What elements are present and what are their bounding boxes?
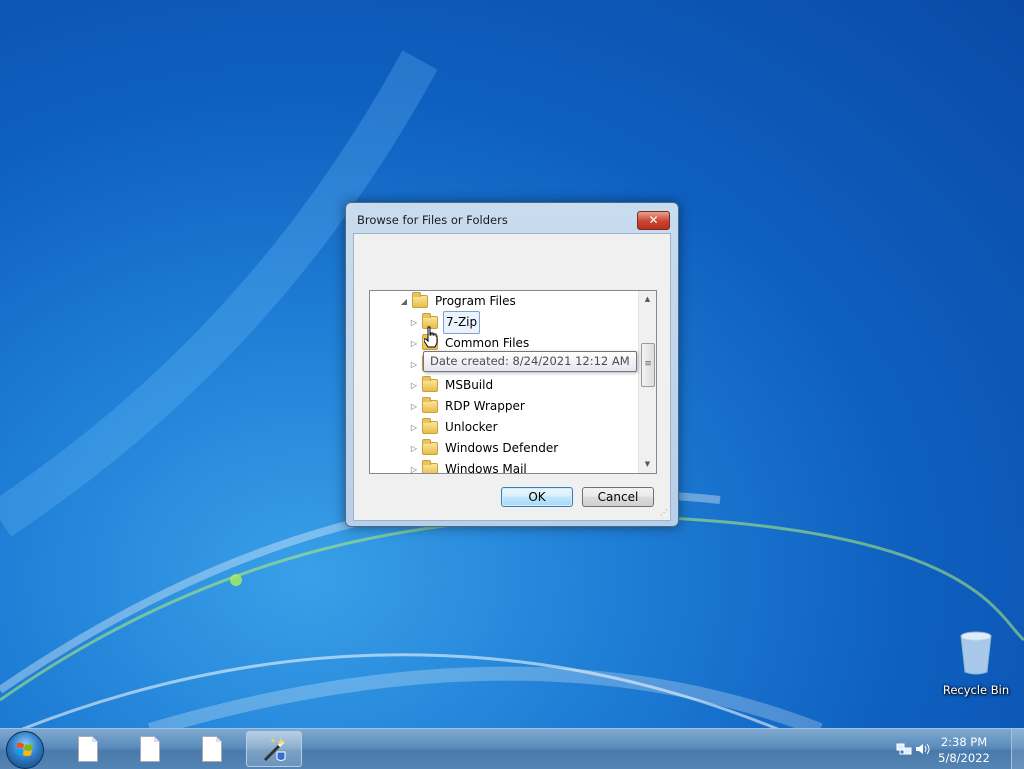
close-button[interactable]: ✕: [637, 211, 670, 230]
collapsed-arrow-icon[interactable]: ▷: [408, 396, 420, 417]
folder-icon: [422, 397, 438, 413]
folder-icon: [422, 439, 438, 455]
folder-icon: [422, 418, 438, 434]
tree-item[interactable]: ▷ RDP Wrapper: [408, 396, 527, 417]
clock-time: 2:38 PM: [940, 735, 988, 749]
tooltip: Date created: 8/24/2021 12:12 AM: [423, 351, 637, 372]
taskbar-item-document-1[interactable]: [60, 731, 116, 767]
ok-button[interactable]: OK: [501, 487, 573, 507]
document-icon: [202, 736, 222, 762]
taskbar-item-document-2[interactable]: [122, 731, 178, 767]
volume-icon[interactable]: [914, 741, 930, 757]
collapsed-arrow-icon[interactable]: ▷: [408, 459, 420, 473]
cancel-button[interactable]: Cancel: [582, 487, 654, 507]
tree-item-label: 7-Zip: [443, 311, 481, 334]
tree-scrollbar[interactable]: ▲ ≡ ▼: [638, 291, 656, 473]
hand-cursor-icon: [424, 326, 438, 348]
tree-item[interactable]: ▷ Windows Mail: [408, 459, 529, 474]
wizard-icon: [263, 738, 286, 762]
taskbar-item-wizard[interactable]: [246, 731, 302, 767]
folder-icon: [412, 292, 428, 308]
folder-tree[interactable]: ◢Program Files▷7-Zip▷Common Files▷Intern…: [369, 290, 657, 474]
tree-item[interactable]: ▷ 7-Zip: [408, 311, 481, 334]
expanded-arrow-icon[interactable]: ◢: [398, 291, 410, 312]
tree-item-label: Program Files: [435, 294, 516, 308]
tree-item-label: RDP Wrapper: [445, 399, 525, 413]
scroll-thumb[interactable]: ≡: [641, 343, 655, 387]
tree-item-label: Windows Mail: [445, 462, 527, 474]
scroll-down-icon[interactable]: ▼: [639, 456, 656, 473]
collapsed-arrow-icon[interactable]: ▷: [408, 333, 420, 354]
taskbar-item-document-3[interactable]: [184, 731, 240, 767]
close-icon: ✕: [648, 213, 659, 227]
clock[interactable]: 2:38 PM 5/8/2022: [934, 734, 994, 766]
show-desktop-button[interactable]: [1011, 729, 1024, 769]
tree-item[interactable]: ▷ MSBuild: [408, 375, 495, 396]
tree-item[interactable]: ◢ Program Files: [398, 291, 518, 312]
start-button[interactable]: [6, 731, 44, 769]
collapsed-arrow-icon[interactable]: ▷: [408, 438, 420, 459]
collapsed-arrow-icon[interactable]: ▷: [408, 417, 420, 438]
network-icon[interactable]: [896, 741, 912, 757]
tree-item-label: MSBuild: [445, 378, 494, 392]
taskbar: 2:38 PM 5/8/2022: [0, 728, 1024, 769]
dialog-body: ◢Program Files▷7-Zip▷Common Files▷Intern…: [353, 233, 671, 521]
start-orb-icon: [16, 742, 33, 756]
resize-grip-icon[interactable]: ⋰: [660, 508, 668, 517]
collapsed-arrow-icon[interactable]: ▷: [408, 354, 420, 375]
document-icon: [78, 736, 98, 762]
tree-item[interactable]: ▷ Unlocker: [408, 417, 500, 438]
scroll-up-icon[interactable]: ▲: [639, 291, 656, 308]
document-icon: [140, 736, 160, 762]
collapsed-arrow-icon[interactable]: ▷: [408, 312, 420, 333]
recycle-bin[interactable]: Recycle Bin: [940, 630, 1012, 697]
collapsed-arrow-icon[interactable]: ▷: [408, 375, 420, 396]
recycle-bin-icon: [960, 631, 992, 675]
recycle-bin-label: Recycle Bin: [942, 683, 1010, 697]
dialog-title: Browse for Files or Folders: [357, 213, 508, 227]
clock-date: 5/8/2022: [938, 751, 990, 765]
folder-icon: [422, 376, 438, 392]
tree-item-label: Windows Defender: [445, 441, 559, 455]
folder-icon: [422, 460, 438, 473]
tree-item-label: Unlocker: [445, 420, 498, 434]
tree-item[interactable]: ▷ Windows Defender: [408, 438, 560, 459]
